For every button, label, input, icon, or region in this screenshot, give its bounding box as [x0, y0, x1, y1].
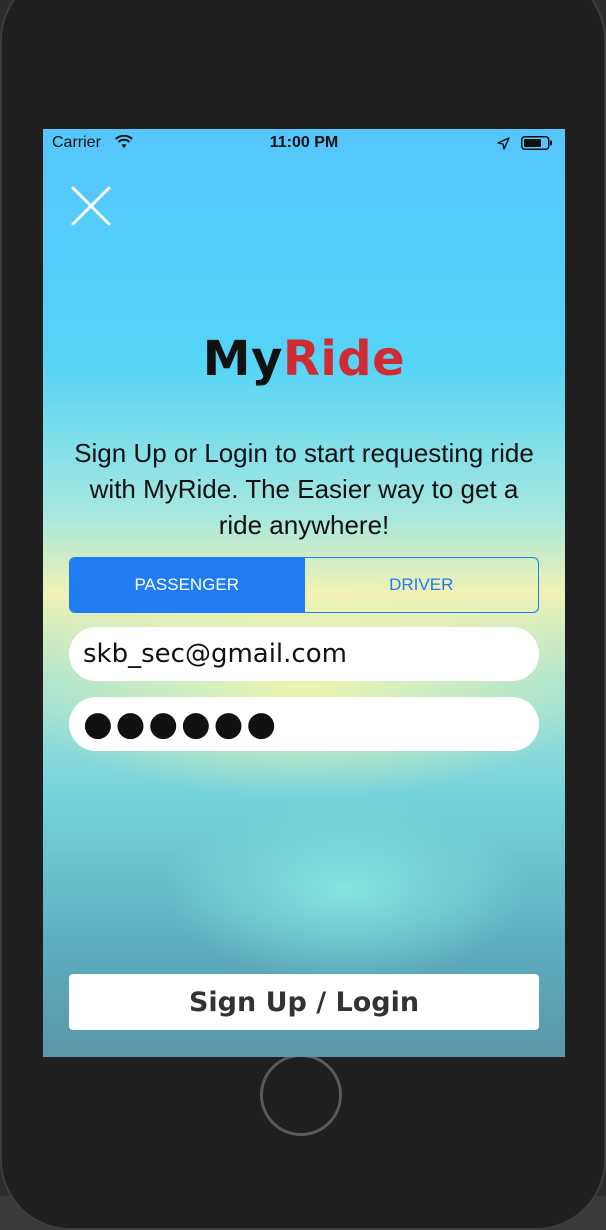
battery-icon — [521, 136, 552, 150]
status-bar: Carrier 11:00 PM — [43, 129, 565, 159]
status-time: 11:00 PM — [269, 134, 339, 151]
segment-passenger[interactable]: PASSENGER — [70, 558, 304, 612]
app-logo: MyRide — [43, 331, 565, 387]
password-field-container — [69, 697, 539, 751]
email-field[interactable] — [83, 639, 525, 669]
account-type-segmented-control: PASSENGER DRIVER — [69, 557, 539, 613]
location-arrow-icon — [497, 137, 510, 150]
logo-text-ride: Ride — [282, 331, 406, 387]
email-field-container — [69, 627, 539, 681]
segment-driver[interactable]: DRIVER — [303, 558, 539, 612]
close-icon[interactable] — [70, 185, 112, 227]
home-button[interactable] — [260, 1054, 342, 1136]
logo-text-my: My — [202, 331, 283, 387]
tagline-text: Sign Up or Login to start requesting rid… — [74, 438, 534, 540]
app-screen: Carrier 11:00 PM MyRide Sign Up or Login… — [43, 129, 565, 1057]
password-field[interactable] — [83, 704, 525, 744]
sign-up-login-button[interactable]: Sign Up / Login — [69, 974, 539, 1030]
